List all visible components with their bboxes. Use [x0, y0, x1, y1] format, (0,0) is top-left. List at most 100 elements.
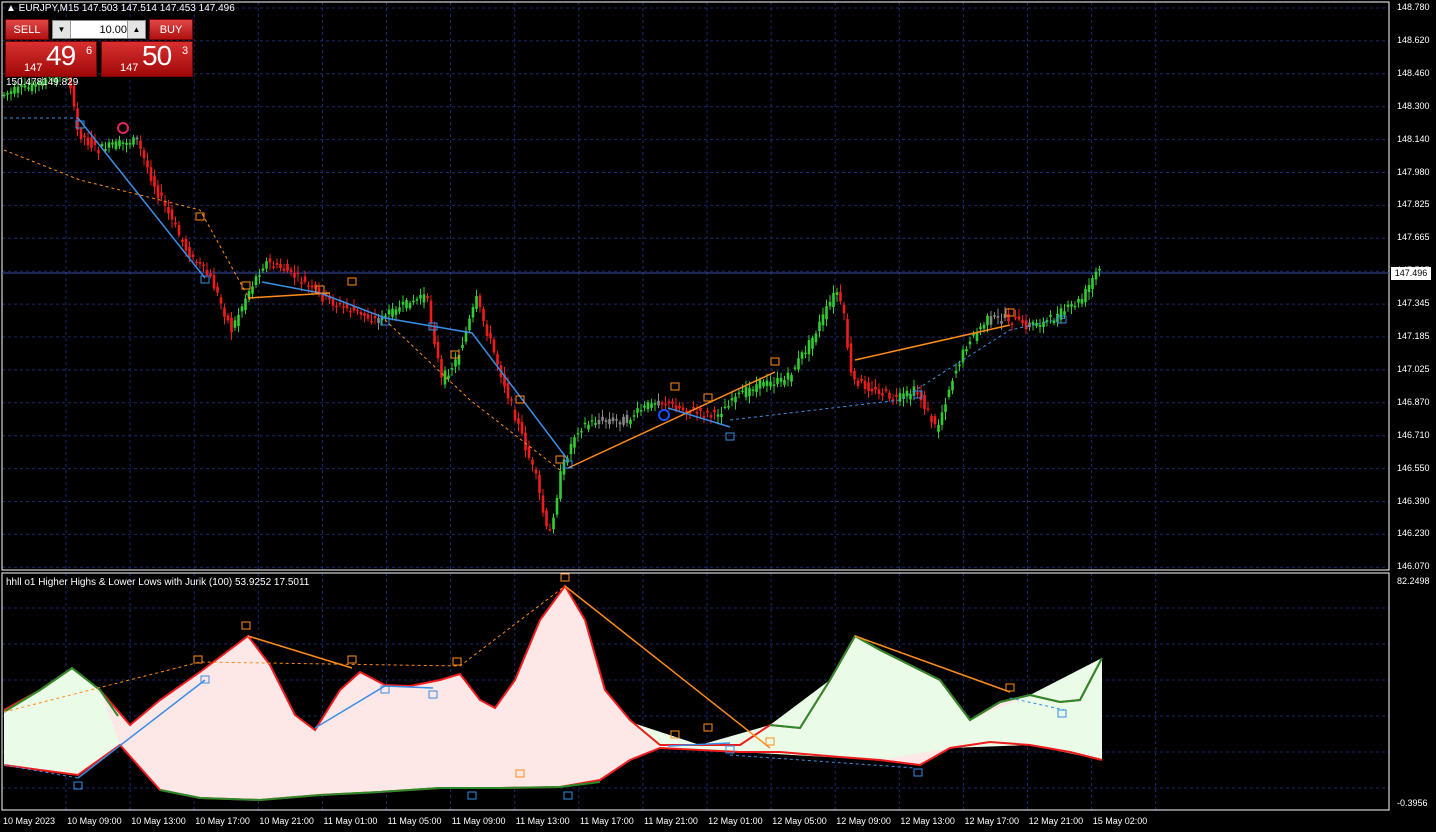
candle-body: [405, 300, 408, 309]
candle-body: [307, 285, 310, 287]
candle-body: [811, 337, 814, 349]
candle-body: [552, 517, 555, 530]
candle-body: [1049, 314, 1052, 317]
candle-body: [426, 295, 429, 299]
candle-body: [569, 443, 573, 455]
candle-body: [391, 308, 394, 317]
candle-body: [443, 370, 447, 385]
candle-body: [1031, 321, 1035, 325]
candle-body: [751, 389, 755, 392]
candle-body: [1091, 278, 1094, 290]
candle-body: [639, 410, 643, 412]
candle-body: [506, 382, 510, 399]
candle-body: [72, 85, 76, 107]
candle-body: [79, 128, 83, 140]
candle-body: [275, 263, 279, 265]
candle-body: [433, 325, 436, 345]
candle-body: [492, 339, 496, 353]
price-axis-label: 147.345: [1397, 298, 1430, 309]
candle-body: [527, 446, 531, 458]
candle-body: [1017, 316, 1021, 320]
lot-size-input[interactable]: [71, 21, 129, 38]
candle-body: [156, 185, 160, 198]
candle-body: [625, 414, 629, 423]
candle-body: [167, 207, 170, 214]
price-axis-label: 148.140: [1397, 133, 1430, 144]
candle-body: [779, 377, 783, 382]
time-axis-label: 11 May 13:00: [515, 816, 570, 826]
candle-body: [289, 269, 293, 272]
candle-body: [632, 415, 636, 417]
buy-price-button[interactable]: 147 50 3: [101, 40, 193, 77]
price-axis-label: 146.710: [1397, 429, 1430, 440]
candle-body: [667, 401, 671, 404]
candle-body: [989, 316, 993, 325]
candle-body: [860, 378, 863, 381]
candle-body: [216, 286, 219, 293]
candle-body: [982, 324, 986, 329]
candle-body: [863, 380, 867, 389]
candle-body: [720, 413, 723, 418]
candle-body: [758, 379, 762, 389]
candle-body: [1000, 320, 1003, 324]
candle-body: [282, 268, 286, 271]
candle-body: [741, 390, 744, 393]
chart-canvas[interactable]: [0, 0, 1436, 832]
candle-body: [1035, 322, 1038, 327]
candle-body: [699, 408, 702, 412]
candle-body: [839, 291, 842, 302]
candle-body: [342, 306, 345, 308]
candle-body: [867, 382, 870, 392]
time-axis-label: 10 May 09:00: [67, 816, 122, 826]
candle-body: [580, 431, 583, 433]
candle-body: [996, 316, 1000, 318]
candle-body: [1098, 268, 1101, 271]
time-axis-label: 11 May 09:00: [451, 816, 506, 826]
candle-body: [961, 349, 965, 363]
time-axis-label: 10 May 13:00: [131, 816, 186, 826]
candle-body: [874, 386, 877, 390]
lot-increase-icon[interactable]: ▲: [127, 21, 145, 38]
candle-body: [251, 286, 254, 294]
candle-body: [548, 528, 552, 531]
candle-body: [534, 469, 538, 474]
lot-decrease-icon[interactable]: ▼: [53, 21, 71, 38]
candle-body: [408, 302, 412, 309]
candle-body: [856, 380, 860, 386]
candle-body: [447, 375, 450, 379]
candle-body: [121, 142, 125, 145]
buy-price-big: 147: [120, 62, 139, 74]
candle-body: [618, 422, 622, 425]
candle-body: [895, 394, 898, 397]
pattern-marker-icon: [117, 122, 129, 134]
candle-body: [538, 474, 541, 494]
price-axis-label: 146.870: [1397, 396, 1430, 407]
candle-body: [142, 150, 146, 158]
candle-body: [573, 437, 576, 448]
time-axis-label: 12 May 17:00: [964, 816, 1020, 826]
trend-lines: [3, 117, 1066, 471]
signal-arrow-icon: [560, 573, 570, 582]
candle-body: [331, 299, 335, 306]
candle-body: [1070, 304, 1073, 307]
buy-button[interactable]: BUY: [149, 19, 193, 40]
candle-body: [762, 381, 765, 387]
sell-button[interactable]: SELL: [5, 19, 49, 40]
candle-body: [317, 287, 321, 292]
candle-body: [471, 307, 475, 318]
candle-body: [524, 432, 527, 451]
trend-line: [247, 292, 331, 299]
price-axis-label: 148.780: [1397, 2, 1430, 12]
sell-price-main: 49: [46, 40, 76, 71]
candle-body: [366, 314, 370, 319]
candle-body: [202, 264, 205, 267]
indicator-axis-top: 82.2498: [1397, 576, 1430, 586]
candle-body: [205, 269, 209, 276]
sell-price-button[interactable]: 147 49 6: [5, 40, 97, 77]
candle-body: [671, 401, 674, 404]
candle-body: [821, 314, 825, 326]
candle-body: [135, 137, 139, 140]
candle-body: [160, 192, 163, 196]
candle-body: [713, 409, 716, 413]
candle-body: [286, 264, 289, 271]
